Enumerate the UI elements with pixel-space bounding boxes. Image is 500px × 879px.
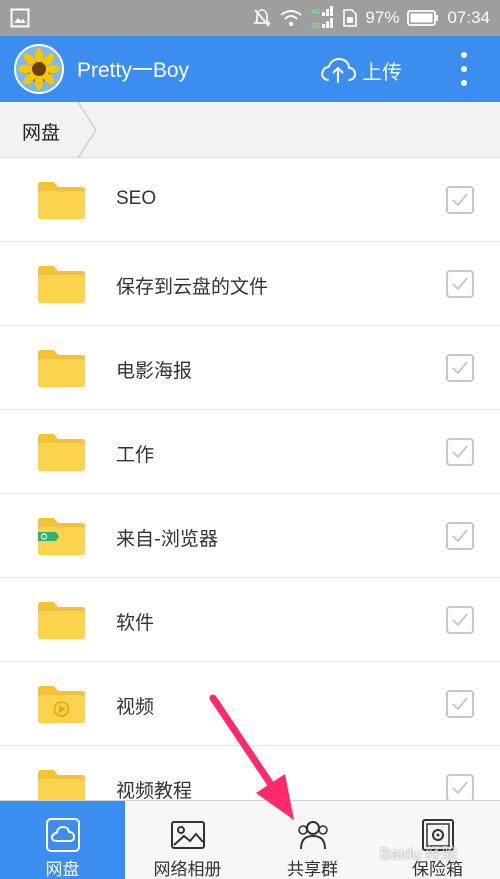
cloud-upload-icon [321, 57, 356, 83]
status-bar: 4G 2G 97% 07:34 [0, 0, 500, 36]
mute-icon [253, 9, 272, 27]
more-dot-icon [461, 52, 467, 58]
list-item[interactable]: 软件 [0, 578, 500, 662]
gallery-notification-icon [10, 8, 30, 28]
upload-button[interactable]: 上传 [320, 50, 402, 90]
checkmark-icon [452, 193, 468, 207]
breadcrumb-label: 网盘 [22, 122, 61, 144]
upload-label: 上传 [362, 59, 402, 84]
list-item[interactable]: 电影海报 [0, 326, 500, 410]
battery-percent: 97% [365, 8, 400, 27]
file-name: 电影海报 [116, 360, 193, 382]
checkmark-icon [452, 445, 468, 459]
file-name: 来自-浏览器 [116, 528, 218, 550]
folder-icon [38, 434, 85, 471]
folder-icon [38, 350, 85, 387]
battery-icon [407, 10, 439, 26]
select-checkbox[interactable] [446, 186, 474, 214]
checkmark-icon [452, 529, 468, 543]
photo-album-icon [171, 821, 205, 849]
tab-share-group[interactable]: 共享群 [250, 801, 375, 879]
select-checkbox[interactable] [446, 774, 474, 802]
wifi-icon [280, 10, 303, 27]
folder-icon [38, 602, 85, 639]
file-name: 视频教程 [116, 780, 193, 802]
avatar[interactable] [14, 44, 64, 94]
tab-label: 网络相册 [153, 860, 222, 879]
select-checkbox[interactable] [446, 606, 474, 634]
list-item[interactable]: 来自-浏览器 [0, 494, 500, 578]
checkmark-icon [452, 697, 468, 711]
tab-cloud-drive[interactable]: 网盘 [0, 801, 125, 879]
file-list: SEO 保存到云盘的文件 电影海报 工作 来自-浏览器 软件 视频 视频教程 [0, 158, 500, 830]
breadcrumb-item-root[interactable]: 网盘 [0, 102, 97, 158]
select-checkbox[interactable] [446, 690, 474, 718]
cloud-drive-icon [46, 818, 80, 852]
svg-text:4G: 4G [311, 9, 320, 16]
file-name: SEO [116, 188, 157, 209]
list-item[interactable]: SEO [0, 158, 500, 242]
status-icons: 4G 2G 97% 07:34 [253, 0, 490, 36]
checkmark-icon [452, 277, 468, 291]
tab-label: 共享群 [287, 860, 338, 879]
list-item[interactable]: 视频 [0, 662, 500, 746]
list-item[interactable]: 保存到云盘的文件 [0, 242, 500, 326]
folder-icon [38, 266, 85, 303]
file-name: 工作 [116, 444, 155, 466]
watermark: Baidu 经验 [380, 846, 458, 863]
group-share-icon [298, 821, 328, 850]
file-name: 保存到云盘的文件 [116, 276, 269, 298]
sim-icon [343, 9, 358, 27]
breadcrumb: 网盘 [0, 102, 500, 158]
video-folder-icon [38, 686, 85, 723]
more-dot-icon [461, 66, 467, 72]
select-checkbox[interactable] [446, 438, 474, 466]
list-item[interactable]: 工作 [0, 410, 500, 494]
folder-icon [38, 182, 85, 219]
tab-label: 网盘 [45, 860, 80, 879]
tab-photo-album[interactable]: 网络相册 [125, 801, 250, 879]
select-checkbox[interactable] [446, 354, 474, 382]
browser-folder-icon [38, 518, 85, 555]
svg-text:2G: 2G [311, 23, 320, 30]
sunflower-avatar-icon [18, 48, 60, 90]
checkmark-icon [452, 613, 468, 627]
file-name: 软件 [116, 612, 155, 634]
select-checkbox[interactable] [446, 522, 474, 550]
more-menu-button[interactable] [454, 52, 474, 86]
more-dot-icon [461, 80, 467, 86]
file-name: 视频 [116, 696, 155, 718]
signal-icon: 4G 2G [311, 6, 334, 30]
select-checkbox[interactable] [446, 270, 474, 298]
app-bar: Pretty一Boy 上传 [0, 36, 500, 102]
checkmark-icon [452, 361, 468, 375]
checkmark-icon [452, 781, 468, 795]
clock: 07:34 [447, 8, 490, 27]
username[interactable]: Pretty一Boy [77, 54, 189, 84]
